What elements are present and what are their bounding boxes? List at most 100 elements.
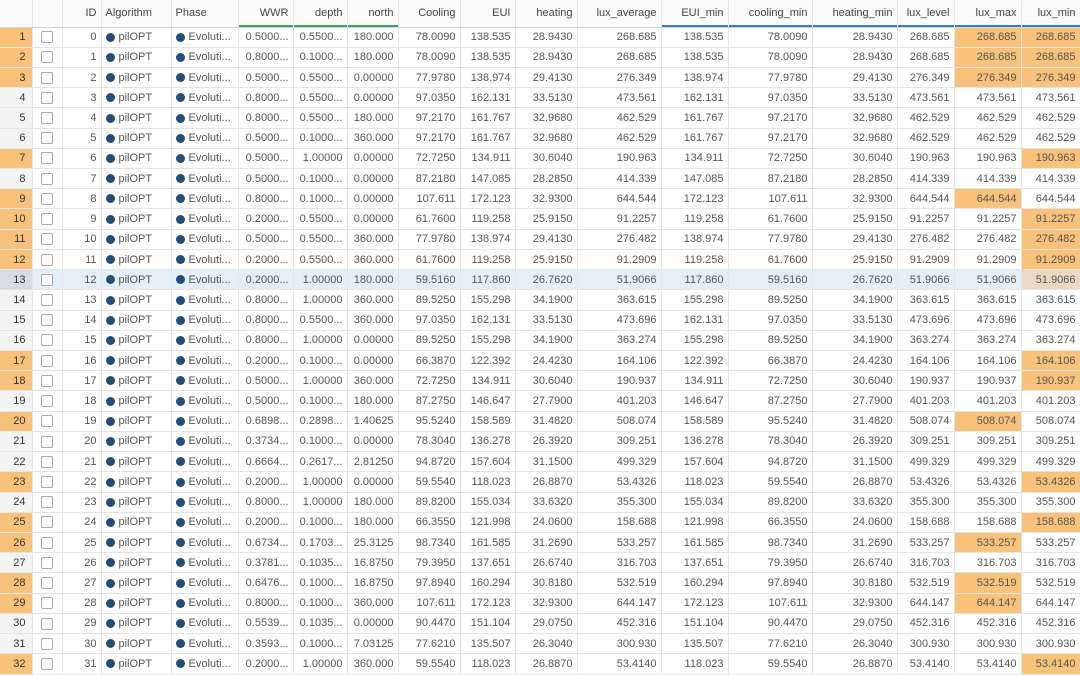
row-checkbox[interactable] [41,395,53,408]
row-number[interactable]: 23 [0,471,33,493]
row-checkbox[interactable] [41,152,53,165]
row-number[interactable]: 27 [0,552,33,574]
table-row[interactable]: 28 27 pilOPT Evoluti... 0.6476... 0.1000... 16… [0,572,1080,594]
table-row[interactable]: 14 13 pilOPT Evoluti... 0.8000... 1.00000 360.… [0,289,1080,311]
row-checkbox[interactable] [41,455,53,468]
header-heating[interactable]: heating [515,0,578,28]
row-checkbox[interactable] [41,334,53,347]
table-row[interactable]: 30 29 pilOPT Evoluti... 0.5539... 0.1035... 0.… [0,613,1080,635]
table-row[interactable]: 5 4 pilOPT Evoluti... 0.8000... 0.5500... 180.… [0,107,1080,129]
header-wwr[interactable]: WWR [238,0,294,28]
row-checkbox[interactable] [41,475,53,488]
table-row[interactable]: 8 7 pilOPT Evoluti... 0.5000... 0.1000... 0.00… [0,168,1080,190]
table-row[interactable]: 6 5 pilOPT Evoluti... 0.5000... 0.1000... 360.… [0,128,1080,149]
row-checkbox[interactable] [41,132,53,145]
row-checkbox[interactable] [41,617,53,630]
row-number[interactable]: 20 [0,411,33,432]
table-row[interactable]: 3 2 pilOPT Evoluti... 0.5000... 0.5500... 0.00… [0,67,1080,89]
row-checkbox[interactable] [41,435,53,448]
header-depth[interactable]: depth [293,0,348,28]
row-number[interactable]: 1 [0,27,33,48]
row-number[interactable]: 8 [0,168,33,190]
row-number[interactable]: 9 [0,188,33,210]
row-number[interactable]: 26 [0,532,33,554]
table-row[interactable]: 12 11 pilOPT Evoluti... 0.2000... 0.5500... 36… [0,249,1080,271]
table-row[interactable]: 17 16 pilOPT Evoluti... 0.2000... 0.1000... 0.… [0,350,1080,372]
header-id[interactable]: ID [62,0,102,28]
row-number[interactable]: 30 [0,613,33,635]
table-row[interactable]: 16 15 pilOPT Evoluti... 0.8000... 1.00000 0.00… [0,330,1080,352]
row-checkbox[interactable] [41,597,53,610]
row-number[interactable]: 25 [0,512,33,533]
row-checkbox[interactable] [41,91,53,104]
table-row[interactable]: 29 28 pilOPT Evoluti... 0.8000... 0.1000... 36… [0,593,1080,614]
header-eui-min[interactable]: EUI_min [661,0,729,28]
row-checkbox[interactable] [41,657,53,670]
table-row[interactable]: 4 3 pilOPT Evoluti... 0.8000... 0.5500... 0.00… [0,87,1080,109]
row-number[interactable]: 19 [0,390,33,412]
row-number[interactable]: 24 [0,492,33,513]
row-checkbox[interactable] [41,233,53,246]
table-row[interactable]: 27 26 pilOPT Evoluti... 0.3781... 0.1035... 16… [0,552,1080,574]
header-algorithm[interactable]: Algorithm [101,0,172,28]
header-lux-level[interactable]: lux_level [897,0,955,28]
header-lux-max[interactable]: lux_max [954,0,1022,28]
table-row[interactable]: 23 22 pilOPT Evoluti... 0.2000... 1.00000 0.00… [0,471,1080,493]
header-cooling[interactable]: Cooling [398,0,461,28]
table-row[interactable]: 24 23 pilOPT Evoluti... 0.8000... 1.00000 180.… [0,492,1080,513]
table-row[interactable]: 2 1 pilOPT Evoluti... 0.8000... 0.1000... 180.… [0,47,1080,68]
header-north[interactable]: north [347,0,399,28]
row-checkbox[interactable] [41,415,53,428]
row-number[interactable]: 15 [0,310,33,331]
table-row[interactable]: 1 0 pilOPT Evoluti... 0.5000... 0.5500... 180.… [0,27,1080,48]
row-checkbox[interactable] [41,112,53,125]
row-checkbox[interactable] [41,172,53,185]
header-lux-min[interactable]: lux_min [1021,0,1080,28]
row-checkbox[interactable] [41,516,53,529]
row-number[interactable]: 2 [0,47,33,68]
row-checkbox[interactable] [41,51,53,64]
row-number[interactable]: 29 [0,593,33,614]
row-checkbox[interactable] [41,536,53,549]
row-number[interactable]: 4 [0,87,33,109]
row-number[interactable]: 11 [0,229,33,250]
header-cooling-min[interactable]: cooling_min [728,0,813,28]
table-row[interactable]: 26 25 pilOPT Evoluti... 0.6734... 0.1703... 25… [0,532,1080,554]
row-checkbox[interactable] [41,253,53,266]
row-number[interactable]: 14 [0,289,33,311]
row-number[interactable]: 3 [0,67,33,89]
row-checkbox[interactable] [41,354,53,367]
table-row[interactable]: 9 8 pilOPT Evoluti... 0.8000... 0.1000... 0.00… [0,188,1080,210]
header-phase[interactable]: Phase [171,0,239,28]
row-checkbox[interactable] [41,374,53,387]
row-number[interactable]: 21 [0,431,33,453]
table-row[interactable]: 32 31 pilOPT Evoluti... 0.2000... 1.00000 360.… [0,653,1080,675]
row-number[interactable]: 10 [0,208,33,230]
table-row[interactable]: 13 12 pilOPT Evoluti... 0.2000... 1.00000 180.… [0,269,1080,291]
header-lux-average[interactable]: lux_average [577,0,662,28]
row-number[interactable]: 6 [0,128,33,149]
table-row[interactable]: 11 10 pilOPT Evoluti... 0.5000... 0.5500... 36… [0,229,1080,250]
row-number[interactable]: 28 [0,572,33,594]
row-number[interactable]: 22 [0,451,33,473]
table-row[interactable]: 21 20 pilOPT Evoluti... 0.3734... 0.1000... 0.… [0,431,1080,453]
table-row[interactable]: 19 18 pilOPT Evoluti... 0.5000... 0.1000... 18… [0,390,1080,412]
header-select[interactable] [32,0,63,28]
table-row[interactable]: 18 17 pilOPT Evoluti... 0.5000... 1.00000 360.… [0,370,1080,392]
table-row[interactable]: 20 19 pilOPT Evoluti... 0.6898... 0.2898... 1.… [0,411,1080,432]
table-row[interactable]: 7 6 pilOPT Evoluti... 0.5000... 1.00000 0.0000… [0,148,1080,170]
row-number[interactable]: 7 [0,148,33,170]
table-row[interactable]: 15 14 pilOPT Evoluti... 0.8000... 0.5500... 36… [0,310,1080,331]
table-row[interactable]: 31 30 pilOPT Evoluti... 0.3593... 0.1000... 7.… [0,633,1080,655]
row-checkbox[interactable] [41,314,53,327]
row-number[interactable]: 31 [0,633,33,655]
row-checkbox[interactable] [41,637,53,650]
table-row[interactable]: 22 21 pilOPT Evoluti... 0.6664... 0.2617... 2.… [0,451,1080,473]
row-number[interactable]: 17 [0,350,33,372]
row-checkbox[interactable] [41,192,53,205]
table-row[interactable]: 25 24 pilOPT Evoluti... 0.2000... 0.1000... 18… [0,512,1080,533]
header-heating-min[interactable]: heating_min [812,0,898,28]
row-checkbox[interactable] [41,496,53,509]
row-checkbox[interactable] [41,577,53,590]
header-rownum[interactable] [0,0,33,28]
